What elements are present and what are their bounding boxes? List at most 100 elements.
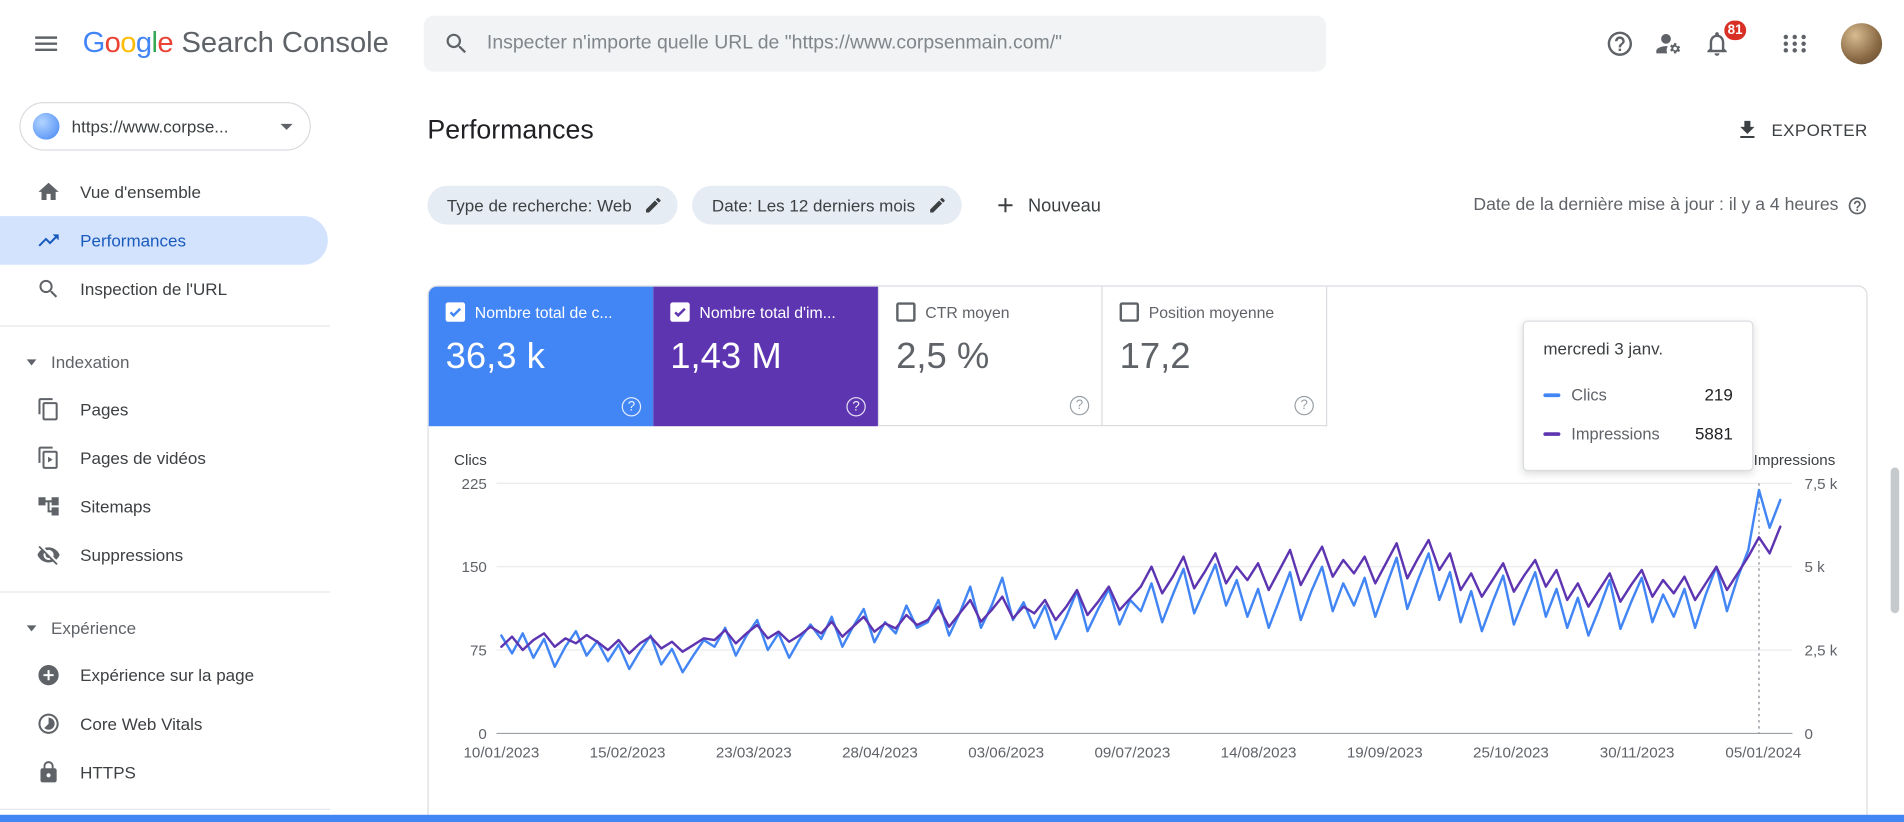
sidebar: https://www.corpse... Vue d'ensemble Per… [0, 86, 331, 822]
google-apps-button[interactable] [1770, 19, 1819, 68]
sidebar-item-page-experience[interactable]: Expérience sur la page [0, 651, 330, 700]
sidebar-item-overview[interactable]: Vue d'ensemble [0, 168, 330, 217]
tooltip-label: Impressions [1571, 424, 1660, 443]
sidebar-item-url-inspection[interactable]: Inspection de l'URL [0, 265, 330, 314]
last-update-text: Date de la dernière mise à jour : il y a… [1473, 195, 1839, 215]
svg-text:05/01/2024: 05/01/2024 [1725, 745, 1801, 762]
filter-chip-search-type[interactable]: Type de recherche: Web [427, 185, 678, 225]
url-inspection-search-bar[interactable] [423, 15, 1327, 72]
help-icon[interactable]: ? [846, 397, 866, 417]
checkbox-checked-icon[interactable] [445, 302, 466, 322]
help-icon[interactable] [1847, 195, 1868, 216]
sidebar-divider [0, 325, 331, 327]
metric-card-average-position[interactable]: Position moyenne 17,2 ? [1102, 286, 1328, 427]
checkbox-unchecked-icon[interactable] [1119, 302, 1140, 322]
lock-icon [36, 760, 60, 784]
hamburger-icon [35, 35, 58, 51]
svg-text:Clics: Clics [454, 452, 487, 469]
topbar-actions: 81 [1596, 17, 1904, 68]
help-icon[interactable]: ? [1294, 395, 1314, 416]
svg-text:28/04/2023: 28/04/2023 [842, 745, 918, 762]
google-wordmark: Google [82, 26, 174, 59]
chip-label: Date: Les 12 derniers mois [711, 195, 916, 215]
sidebar-item-video-pages[interactable]: Pages de vidéos [0, 434, 330, 483]
manage-users-button[interactable] [1644, 19, 1693, 68]
notification-count-badge: 81 [1721, 17, 1749, 42]
bottom-accent-bar [0, 814, 1904, 822]
help-icon[interactable]: ? [1069, 395, 1090, 416]
sidebar-item-label: Pages de vidéos [80, 448, 206, 468]
checkbox-unchecked-icon[interactable] [896, 302, 916, 322]
svg-text:30/11/2023: 30/11/2023 [1600, 745, 1675, 762]
help-icon [1607, 30, 1633, 56]
edit-pencil-icon [929, 197, 945, 213]
plus-icon [997, 198, 1013, 213]
property-selector[interactable]: https://www.corpse... [19, 102, 311, 151]
home-icon [36, 180, 60, 204]
app-logo[interactable]: Google Search Console [83, 26, 389, 60]
help-icon[interactable]: ? [621, 397, 642, 417]
svg-text:7,5 k: 7,5 k [1805, 476, 1838, 493]
new-filter-label: Nouveau [1028, 194, 1101, 216]
chevron-down-icon [280, 123, 293, 130]
sidebar-item-label: HTTPS [80, 762, 136, 783]
svg-text:2,5 k: 2,5 k [1805, 643, 1838, 660]
sidebar-section-experience[interactable]: Expérience [0, 605, 330, 651]
impressions-series-swatch [1543, 431, 1561, 436]
page-scrollbar[interactable] [1890, 467, 1900, 614]
video-pages-icon [36, 446, 60, 470]
performance-card: Nombre total de c... 36,3 k ? Nombre tot… [427, 285, 1868, 822]
new-filter-button[interactable]: Nouveau [993, 193, 1101, 217]
page-experience-icon [36, 663, 60, 687]
property-url: https://www.corpse... [71, 116, 229, 137]
main-content: Performances EXPORTER Type de recherche:… [330, 86, 1904, 822]
svg-text:23/03/2023: 23/03/2023 [716, 745, 792, 762]
user-avatar[interactable] [1840, 22, 1883, 64]
tooltip-value: 5881 [1694, 423, 1733, 444]
sidebar-divider [0, 808, 331, 810]
export-label: EXPORTER [1771, 120, 1868, 140]
help-button[interactable] [1596, 19, 1645, 68]
filter-chip-date-range[interactable]: Date: Les 12 derniers mois [692, 185, 962, 225]
sidebar-section-indexation[interactable]: Indexation [0, 339, 330, 385]
eye-off-icon [36, 543, 60, 567]
sidebar-item-removals[interactable]: Suppressions [0, 531, 330, 580]
export-button[interactable]: EXPORTER [1735, 118, 1868, 142]
sidebar-item-https[interactable]: HTTPS [0, 748, 330, 797]
collapse-caret-icon [26, 624, 37, 631]
chip-label: Type de recherche: Web [446, 195, 632, 215]
topbar: Google Search Console 81 [0, 0, 1904, 87]
product-name: Search Console [181, 26, 389, 59]
svg-text:19/09/2023: 19/09/2023 [1347, 745, 1423, 762]
sidebar-item-pages[interactable]: Pages [0, 385, 330, 434]
hamburger-menu-button[interactable] [19, 16, 72, 69]
svg-text:5 k: 5 k [1805, 559, 1826, 576]
trending-up-icon [36, 228, 60, 252]
svg-text:150: 150 [462, 559, 487, 576]
sidebar-item-label: Inspection de l'URL [80, 279, 228, 299]
svg-text:15/02/2023: 15/02/2023 [590, 745, 666, 762]
search-input[interactable] [486, 32, 1307, 55]
svg-text:09/07/2023: 09/07/2023 [1094, 745, 1170, 762]
metric-value: 1,43 M [670, 336, 782, 377]
collapse-caret-icon [26, 358, 37, 365]
sidebar-item-label: Suppressions [80, 545, 184, 565]
sidebar-item-core-web-vitals[interactable]: Core Web Vitals [0, 699, 330, 748]
sidebar-item-label: Expérience sur la page [80, 665, 255, 685]
metric-card-average-ctr[interactable]: CTR moyen 2,5 % ? [877, 286, 1103, 427]
sidebar-item-performances[interactable]: Performances [0, 216, 328, 265]
performance-chart[interactable]: 225 7,5 k 150 5 k 75 2,5 k 0 0 Clics Impressions 1… [429, 441, 1867, 822]
svg-text:225: 225 [462, 476, 487, 493]
notifications-button[interactable]: 81 [1693, 17, 1749, 68]
metric-label: Nombre total d'im... [699, 302, 836, 322]
search-console-app: Google Search Console 81 [0, 0, 1904, 822]
sidebar-item-label: Sitemaps [80, 496, 152, 517]
metric-card-total-clicks[interactable]: Nombre total de c... 36,3 k ? [428, 286, 654, 427]
metric-card-total-impressions[interactable]: Nombre total d'im... 1,43 M ? [653, 286, 878, 427]
sidebar-item-label: Performances [80, 230, 186, 251]
pages-icon [36, 397, 60, 421]
sidebar-item-sitemaps[interactable]: Sitemaps [0, 482, 330, 531]
line-chart-canvas[interactable]: 225 7,5 k 150 5 k 75 2,5 k 0 0 Clics Impressions 1… [429, 441, 1867, 822]
checkbox-checked-icon[interactable] [670, 302, 690, 322]
section-label: Indexation [51, 352, 130, 372]
